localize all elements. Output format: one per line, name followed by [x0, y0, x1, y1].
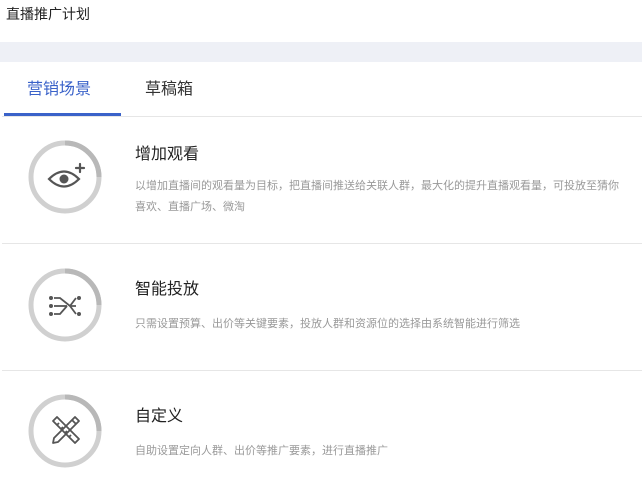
- scenario-panel: 营销场景 草稿箱 增加观看 以增加直播间的观看量为目标，把直播间推送给关联人群，…: [2, 62, 642, 478]
- active-tab-indicator: [4, 113, 121, 116]
- ruler-pencil-icon: [28, 394, 102, 468]
- scenario-title-smart-delivery: 智能投放: [135, 279, 200, 298]
- scenario-card-increase-views[interactable]: 增加观看 以增加直播间的观看量为目标，把直播间推送给关联人群，最大化的提升直播观…: [2, 117, 642, 244]
- header-band: [0, 42, 642, 62]
- tab-marketing-scenarios[interactable]: 营销场景: [27, 78, 91, 100]
- scenario-description-custom: 自助设置定向人群、出价等推广要素，进行直播推广: [135, 444, 388, 457]
- routes-icon: [28, 268, 102, 342]
- scenario-card-smart-delivery[interactable]: [2, 244, 642, 371]
- tab-drafts[interactable]: 草稿箱: [145, 78, 193, 100]
- scenario-title-custom: 自定义: [135, 406, 184, 425]
- scenario-description: 以增加直播间的观看量为目标，把直播间推送给关联人群，最大化的提升直播观看量，可投…: [135, 179, 619, 213]
- scenario-card-custom[interactable]: [2, 371, 642, 478]
- scenario-description-smart-delivery: 只需设置预算、出价等关键要素，投放人群和资源位的选择由系统智能进行筛选: [135, 317, 520, 330]
- page-title: 直播推广计划: [6, 7, 90, 23]
- eye-plus-icon: [28, 140, 102, 214]
- scenario-title: 增加观看: [135, 144, 200, 163]
- tab-bar: 营销场景 草稿箱: [2, 62, 642, 117]
